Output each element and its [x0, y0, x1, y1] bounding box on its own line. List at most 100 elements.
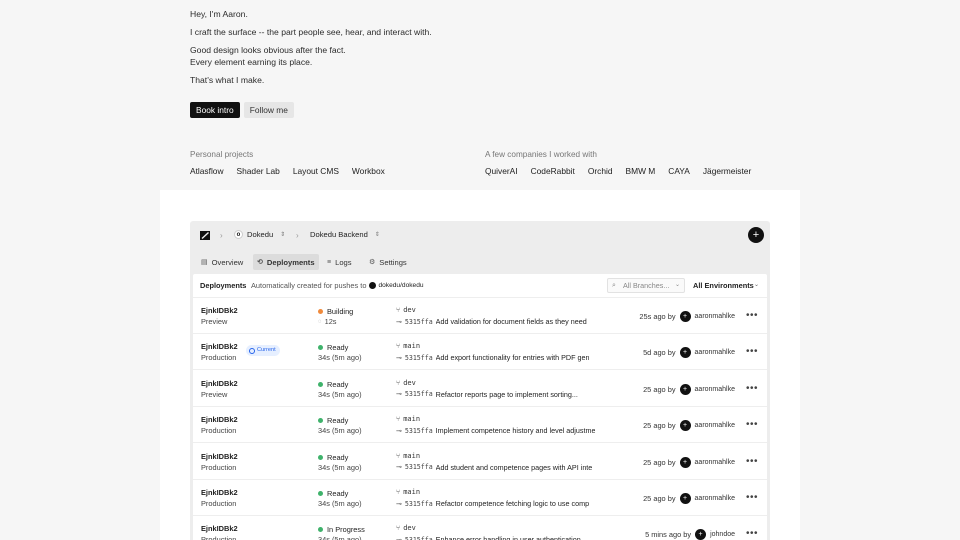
deployment-branch[interactable]: ⑂ main [396, 415, 420, 423]
company-link[interactable]: BMW M [626, 166, 656, 176]
deployment-time: 5d ago by [643, 348, 676, 358]
breadcrumb-project[interactable]: Dokedu Backend ⇕ [310, 230, 380, 239]
deployment-commit[interactable]: ⊸ 5315ffa Add export functionality for ent… [396, 353, 596, 362]
tab-overview[interactable]: ▤ Overview [197, 254, 247, 270]
more-options-icon[interactable]: ••• [746, 383, 758, 394]
logo-icon[interactable] [200, 231, 210, 240]
project-link[interactable]: Atlasflow [190, 166, 224, 176]
deployment-row[interactable]: EjnkIDBk2 Production Ready 34s (5m ago) ⑂ mai… [193, 407, 767, 444]
deployment-branch[interactable]: ⑂ dev [396, 379, 416, 387]
company-link[interactable]: QuiverAI [485, 166, 518, 176]
project-link[interactable]: Workbox [352, 166, 385, 176]
avatar[interactable]: + [679, 347, 691, 359]
tab-logs[interactable]: ≡ Logs [323, 254, 356, 270]
deployment-row[interactable]: EjnkIDBk2 Preview Building ◌ 12s ⑂ dev ⊸ 5315ffa… [193, 298, 767, 334]
github-icon [369, 282, 377, 289]
deployment-user[interactable]: aaronmahlke [695, 422, 735, 429]
avatar[interactable]: + [679, 311, 691, 322]
deployment-branch[interactable]: ⑂ dev [396, 524, 416, 532]
deployments-title: Deployments [200, 281, 247, 290]
book-intro-button[interactable]: Book intro [190, 102, 240, 118]
project-link[interactable]: Layout CMS [293, 166, 339, 176]
deployment-status: Ready [318, 453, 348, 462]
commit-message: Add validation for document fields as th… [435, 317, 587, 326]
deployment-commit[interactable]: ⊸ 5315ffa Refactor reports page to impleme… [396, 390, 596, 399]
chevron-updown-icon: ⇕ [374, 232, 380, 238]
more-options-icon[interactable]: ••• [746, 528, 758, 539]
deployments-desc-text: Automatically created for pushes to [251, 281, 367, 290]
deployment-commit[interactable]: ⊸ 5315ffa Refactor competence fetching log… [396, 499, 596, 508]
deployment-environment: Production [201, 535, 237, 540]
deployment-user[interactable]: aaronmahlke [695, 386, 735, 393]
avatar[interactable]: + [679, 456, 691, 468]
avatar[interactable]: + [695, 529, 707, 540]
company-link[interactable]: Orchid [588, 166, 613, 176]
branch-icon: ⑂ [396, 488, 401, 496]
deployment-id[interactable]: EjnkIDBk2 [201, 342, 238, 351]
project-link[interactable]: Shader Lab [237, 166, 280, 176]
deployment-id[interactable]: EjnkIDBk2 [201, 415, 238, 424]
breadcrumb-separator-icon: › [220, 231, 223, 240]
deployment-branch[interactable]: ⑂ main [396, 342, 420, 350]
breadcrumb-org[interactable]: o Dokedu ⇕ [234, 230, 285, 239]
company-link[interactable]: CodeRabbit [531, 166, 575, 176]
tab-label: Settings [379, 257, 407, 267]
more-options-icon[interactable]: ••• [746, 310, 758, 321]
deployment-user[interactable]: aaronmahlke [695, 459, 735, 466]
branch-name: dev [403, 306, 416, 314]
projects-label: Personal projects [190, 150, 254, 159]
deployment-commit[interactable]: ⊸ 5315ffa Add student and competence pages… [396, 463, 596, 472]
deployment-id[interactable]: EjnkIDBk2 [201, 306, 238, 315]
deployment-user[interactable]: aaronmahlke [695, 349, 735, 356]
status-dot-icon [318, 418, 323, 424]
avatar[interactable]: + [679, 420, 691, 432]
deployment-row[interactable]: EjnkIDBk2 Preview Ready 34s (5m ago) ⑂ dev ⊸ 53… [193, 371, 767, 407]
commit-message: Implement competence history and level a… [435, 426, 596, 436]
commit-sha: 5315ffa [404, 317, 433, 326]
deployment-status: Ready [318, 489, 348, 498]
gear-icon: ⚙ [369, 259, 376, 266]
branch-icon: ⑂ [396, 378, 401, 387]
avatar[interactable]: + [679, 493, 691, 504]
avatar[interactable]: + [679, 383, 691, 395]
cta-group: Book intro Follow me [190, 102, 294, 118]
company-link[interactable]: Jägermeister [703, 166, 751, 176]
deployment-row[interactable]: EjnkIDBk2 Production Ready 34s (5m ago) ⑂ mai… [193, 444, 767, 480]
deployment-id[interactable]: EjnkIDBk2 [201, 379, 238, 388]
follow-me-button[interactable]: Follow me [243, 102, 294, 118]
deployment-id[interactable]: EjnkIDBk2 [201, 452, 238, 461]
intro-design-line2: Every element earning its place. [190, 57, 313, 67]
repo-link[interactable]: dokedu/dokedu [369, 282, 424, 289]
add-button[interactable]: + [748, 227, 764, 243]
deployment-id[interactable]: EjnkIDBk2 [201, 488, 238, 497]
deployment-row[interactable]: EjnkIDBk2 Production In Progress 34s (5m ag… [193, 516, 767, 540]
deployment-branch[interactable]: ⑂ main [396, 488, 420, 496]
more-options-icon[interactable]: ••• [746, 419, 758, 430]
deployment-branch[interactable]: ⑂ main [396, 452, 420, 460]
deployment-user[interactable]: aaronmahlke [695, 495, 735, 502]
deployment-duration: 34s (5m ago) [318, 499, 362, 508]
deployment-row[interactable]: EjnkIDBk2 Production Ready 34s (5m ago) ⑂ mai… [193, 480, 767, 516]
deployment-commit[interactable]: ⊸5315ffaEnhance error handling in user a… [396, 535, 596, 540]
tab-deployments[interactable]: ⟲ Deployments [253, 254, 319, 270]
deployment-commit[interactable]: ⊸ 5315ffa Implement competence history and… [396, 426, 596, 435]
more-options-icon[interactable]: ••• [746, 492, 758, 503]
breadcrumb-separator-icon: › [296, 231, 299, 240]
status-label: Ready [327, 416, 349, 426]
branch-search-input[interactable]: ⌕ All Branches... ⌄ [607, 278, 685, 293]
intro-make: That's what I make. [190, 75, 265, 85]
deployment-environment: Preview [201, 317, 228, 326]
company-link[interactable]: CAYA [668, 166, 690, 176]
environment-select[interactable]: All Environments ⌄ [693, 278, 763, 293]
deployment-meta: 25 ago by + aaronmahlke [643, 493, 735, 504]
deployment-user[interactable]: johndoe [710, 531, 735, 538]
deployment-id[interactable]: EjnkIDBk2 [201, 524, 238, 533]
more-options-icon[interactable]: ••• [746, 456, 758, 467]
tab-settings[interactable]: ⚙ Settings [365, 254, 411, 270]
companies-list: QuiverAI CodeRabbit Orchid BMW M CAYA Jä… [485, 166, 764, 176]
deployment-user[interactable]: aaronmahlke [695, 313, 735, 320]
deployment-row[interactable]: EjnkIDBk2 Production Current Ready 34s (5m a… [193, 334, 767, 371]
more-options-icon[interactable]: ••• [746, 346, 758, 357]
deployment-branch[interactable]: ⑂ dev [396, 306, 416, 314]
deployment-commit[interactable]: ⊸ 5315ffa Add validation for document fiel… [396, 317, 596, 326]
